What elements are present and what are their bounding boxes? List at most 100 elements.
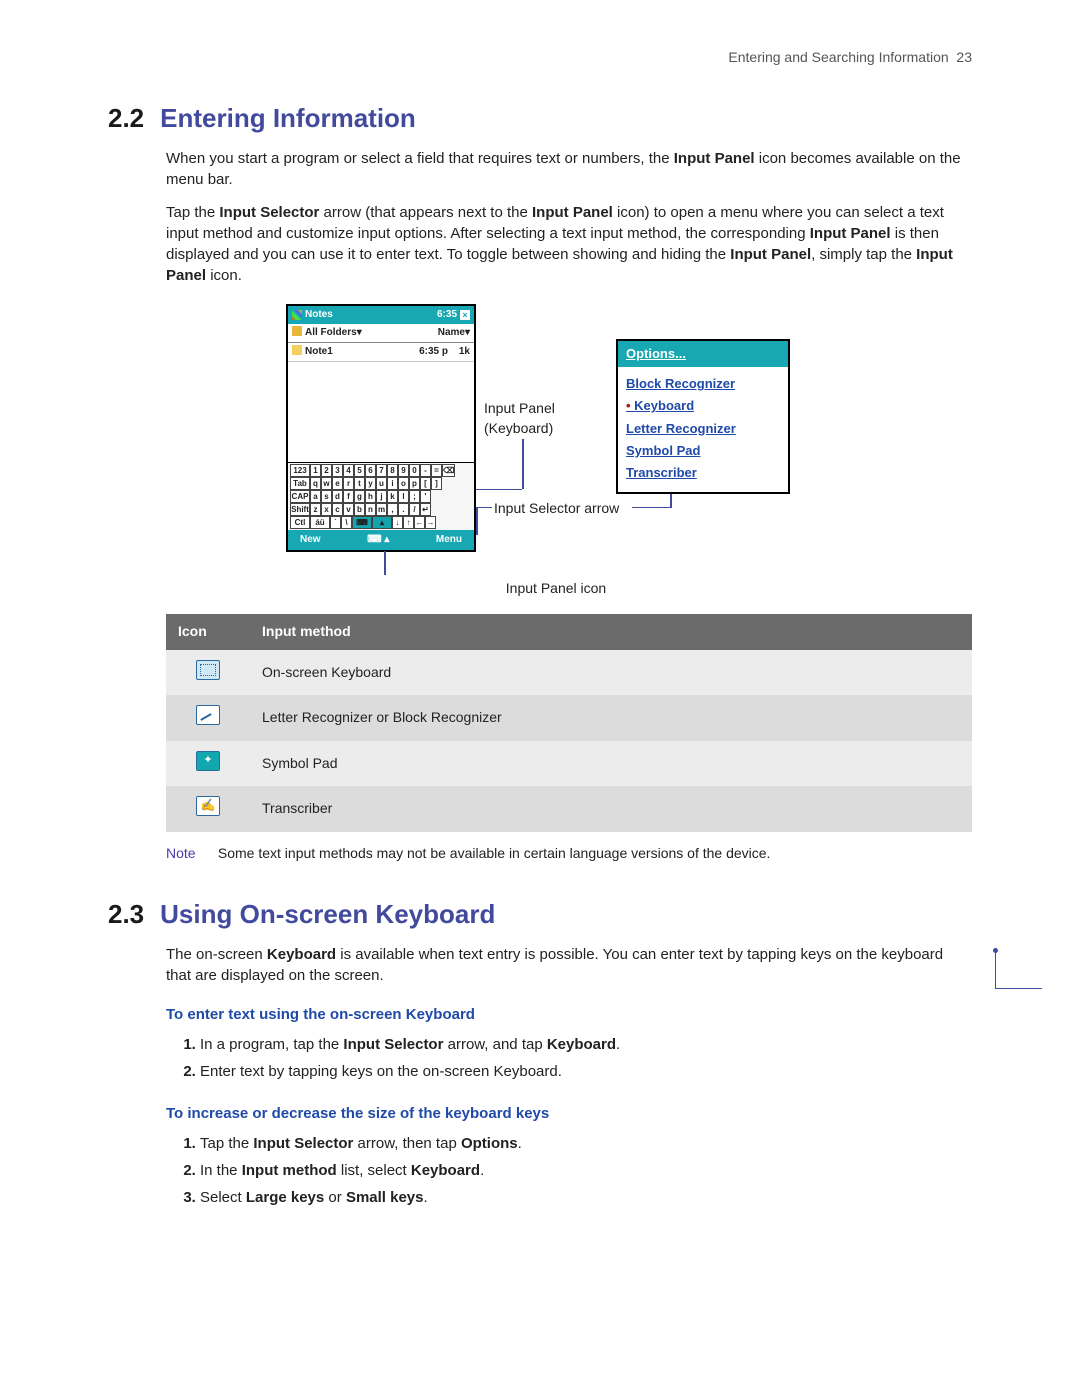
key: 8 bbox=[387, 464, 398, 477]
key: p bbox=[409, 477, 420, 490]
key: 2 bbox=[321, 464, 332, 477]
key: Shift bbox=[290, 503, 310, 516]
note-row: Note16:35 p1k bbox=[288, 343, 474, 362]
key: s bbox=[321, 490, 332, 503]
subhead-enter-text: To enter text using the on-screen Keyboa… bbox=[166, 1004, 972, 1025]
key: / bbox=[409, 503, 420, 516]
key: ] bbox=[431, 477, 442, 490]
page-number: 23 bbox=[956, 49, 972, 65]
device-screenshot: Notes 6:35 × All Folders ▾Name ▾ Note16:… bbox=[286, 304, 476, 552]
input-method-menu: Options... Block RecognizerKeyboardLette… bbox=[616, 339, 790, 494]
key: m bbox=[376, 503, 387, 516]
key: [ bbox=[420, 477, 431, 490]
method-label: Symbol Pad bbox=[250, 741, 972, 787]
steps-enter-text: In a program, tap the Input Selector arr… bbox=[200, 1031, 972, 1085]
key: ; bbox=[409, 490, 420, 503]
key: g bbox=[354, 490, 365, 503]
tr-icon bbox=[196, 796, 220, 816]
sym-icon bbox=[196, 751, 220, 771]
key: ⌫ bbox=[442, 464, 455, 477]
key: z bbox=[310, 503, 321, 516]
softkey-new: New bbox=[300, 533, 321, 547]
key: ↑ bbox=[403, 516, 414, 529]
input-panel-icon-bar: ⌨ ▴ bbox=[367, 533, 389, 547]
folder-bar: All Folders ▾Name ▾ bbox=[288, 324, 474, 343]
key: q bbox=[310, 477, 321, 490]
step: Select Large keys or Small keys. bbox=[200, 1184, 972, 1211]
callout-input-panel-keyboard: Input Panel (Keyboard) bbox=[484, 399, 555, 438]
step: Enter text by tapping keys on the on-scr… bbox=[200, 1058, 972, 1085]
app-title: Notes bbox=[305, 308, 333, 322]
key: r bbox=[343, 477, 354, 490]
table-row: Transcriber bbox=[166, 786, 972, 832]
table-header-icon: Icon bbox=[166, 614, 250, 650]
kb-icon bbox=[196, 660, 220, 680]
key: 4 bbox=[343, 464, 354, 477]
section-2-3-heading: 2.3 Using On-screen Keyboard bbox=[108, 896, 972, 932]
wifi-icon bbox=[415, 311, 423, 319]
key: l bbox=[398, 490, 409, 503]
menu-item: Letter Recognizer bbox=[626, 418, 780, 440]
key: v bbox=[343, 503, 354, 516]
key: e bbox=[332, 477, 343, 490]
key: c bbox=[332, 503, 343, 516]
menu-item: Block Recognizer bbox=[626, 373, 780, 395]
key: ` bbox=[330, 516, 341, 529]
subhead-resize-keys: To increase or decrease the size of the … bbox=[166, 1103, 972, 1124]
key: 0 bbox=[409, 464, 420, 477]
key: f bbox=[343, 490, 354, 503]
callout-input-panel-icon: Input Panel icon bbox=[426, 579, 686, 599]
key: h bbox=[365, 490, 376, 503]
note-icon bbox=[292, 345, 302, 355]
key: k bbox=[387, 490, 398, 503]
device-titlebar: Notes 6:35 × bbox=[288, 306, 474, 324]
key: ↓ bbox=[392, 516, 403, 529]
clock: 6:35 bbox=[437, 308, 457, 322]
key: ⌨ bbox=[352, 516, 372, 529]
key: u bbox=[376, 477, 387, 490]
key: 123 bbox=[290, 464, 310, 477]
menu-item: Keyboard bbox=[626, 395, 780, 417]
page-corner-mark bbox=[995, 952, 1042, 989]
key: áü bbox=[310, 516, 330, 529]
onscreen-keyboard: 1231234567890-=⌫Tabqwertyuiop[]CAPasdfgh… bbox=[288, 462, 474, 530]
key: 7 bbox=[376, 464, 387, 477]
step: In a program, tap the Input Selector arr… bbox=[200, 1031, 972, 1058]
key: x bbox=[321, 503, 332, 516]
method-label: On-screen Keyboard bbox=[250, 650, 972, 696]
callout-input-selector-arrow: Input Selector arrow bbox=[494, 499, 619, 519]
input-method-table: Icon Input method On-screen KeyboardLett… bbox=[166, 614, 972, 832]
section-2-2-title: Entering Information bbox=[160, 100, 416, 136]
table-header-method: Input method bbox=[250, 614, 972, 650]
note-label: Note bbox=[166, 844, 214, 864]
softkey-menu: Menu bbox=[436, 533, 462, 547]
s22-paragraph-2: Tap the Input Selector arrow (that appea… bbox=[166, 202, 972, 286]
key: . bbox=[398, 503, 409, 516]
softkey-bar: New ⌨ ▴ Menu bbox=[288, 530, 474, 550]
folder-icon bbox=[292, 326, 302, 336]
key: d bbox=[332, 490, 343, 503]
key: Tab bbox=[290, 477, 310, 490]
key: ▴ bbox=[372, 516, 392, 529]
key: 1 bbox=[310, 464, 321, 477]
section-2-3-title: Using On-screen Keyboard bbox=[160, 896, 495, 932]
key: n bbox=[365, 503, 376, 516]
s22-paragraph-1: When you start a program or select a fie… bbox=[166, 148, 972, 190]
speaker-icon bbox=[426, 311, 434, 319]
key: , bbox=[387, 503, 398, 516]
key: t bbox=[354, 477, 365, 490]
windows-flag-icon bbox=[292, 310, 302, 320]
table-row: Symbol Pad bbox=[166, 741, 972, 787]
method-label: Letter Recognizer or Block Recognizer bbox=[250, 695, 972, 741]
close-icon: × bbox=[460, 310, 470, 320]
running-header-text: Entering and Searching Information bbox=[728, 49, 948, 65]
key: 9 bbox=[398, 464, 409, 477]
table-row: Letter Recognizer or Block Recognizer bbox=[166, 695, 972, 741]
key: i bbox=[387, 477, 398, 490]
menu-item: Symbol Pad bbox=[626, 440, 780, 462]
menu-item: Transcriber bbox=[626, 462, 780, 484]
running-header: Entering and Searching Information 23 bbox=[108, 48, 972, 68]
note-row: Note Some text input methods may not be … bbox=[166, 844, 972, 864]
section-2-2-number: 2.2 bbox=[108, 100, 144, 136]
pen-icon bbox=[196, 705, 220, 725]
